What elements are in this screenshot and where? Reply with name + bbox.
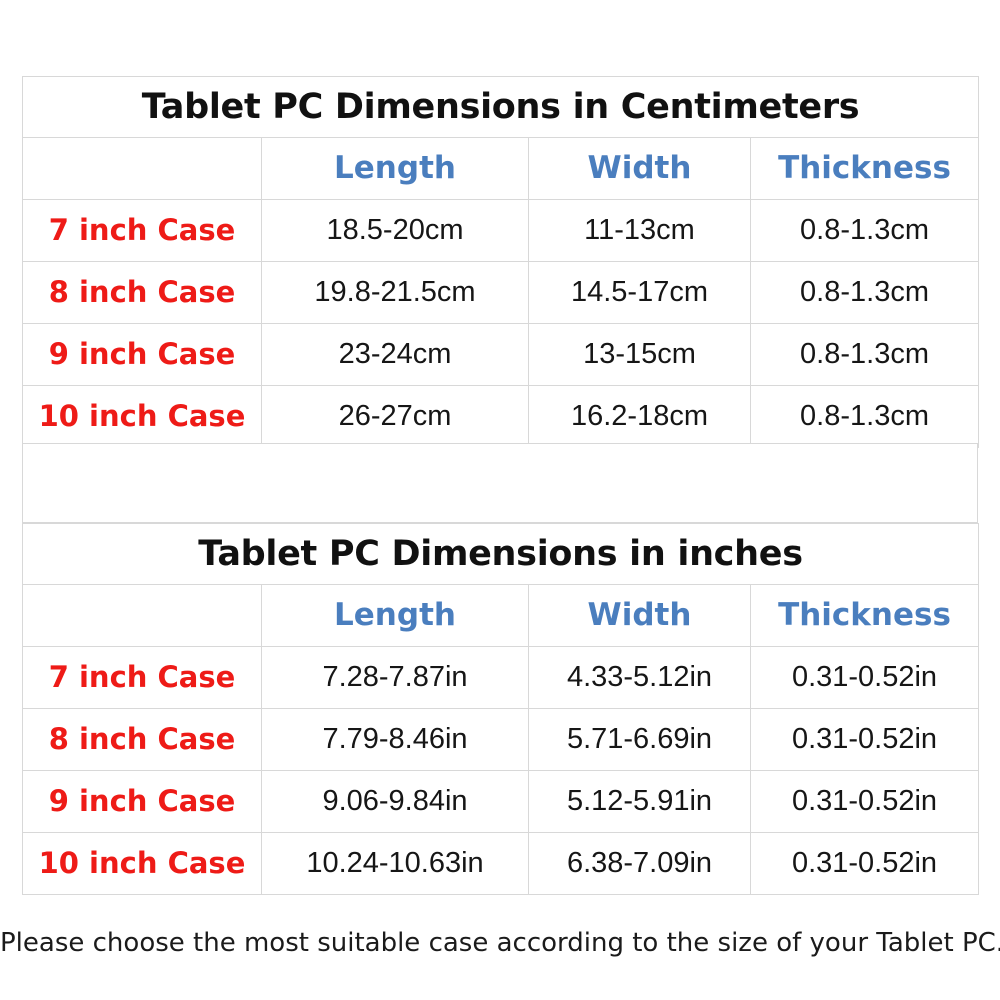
row-length-cell: 18.5-20cm bbox=[261, 199, 529, 262]
row-case-cell: 10 inch Case bbox=[22, 832, 262, 895]
width-value: 4.33-5.12in bbox=[566, 661, 713, 693]
table-row: 8 inch Case 19.8-21.5cm 14.5-17cm 0.8-1.… bbox=[22, 261, 980, 324]
table-header-row: Length Width Thickness bbox=[22, 137, 980, 200]
row-case-cell: 9 inch Case bbox=[22, 323, 262, 386]
width-value: 5.71-6.69in bbox=[566, 723, 713, 755]
row-length-cell: 10.24-10.63in bbox=[261, 832, 529, 895]
row-case-cell: 8 inch Case bbox=[22, 708, 262, 771]
row-length-cell: 7.79-8.46in bbox=[261, 708, 529, 771]
column-header-thickness-label: Thickness bbox=[778, 150, 951, 186]
column-header-width: Width bbox=[528, 137, 751, 200]
row-thickness-cell: 0.8-1.3cm bbox=[749, 199, 980, 262]
case-label: 10 inch Case bbox=[38, 399, 246, 433]
thickness-value: 0.31-0.52in bbox=[791, 785, 938, 817]
case-label: 8 inch Case bbox=[48, 722, 236, 756]
column-header-case bbox=[22, 584, 262, 647]
table-header-row: Length Width Thickness bbox=[22, 584, 980, 647]
case-label: 7 inch Case bbox=[48, 660, 236, 694]
length-value: 26-27cm bbox=[338, 400, 452, 432]
row-thickness-cell: 0.8-1.3cm bbox=[749, 323, 980, 386]
case-label: 7 inch Case bbox=[48, 213, 236, 247]
column-header-length-label: Length bbox=[334, 150, 456, 186]
length-value: 10.24-10.63in bbox=[306, 847, 484, 879]
length-value: 18.5-20cm bbox=[326, 214, 464, 246]
table-row: 7 inch Case 7.28-7.87in 4.33-5.12in 0.31… bbox=[22, 646, 980, 709]
dimensions-table-centimeters: Tablet PC Dimensions in Centimeters Leng… bbox=[21, 76, 980, 448]
row-width-cell: 14.5-17cm bbox=[528, 261, 751, 324]
row-thickness-cell: 0.8-1.3cm bbox=[749, 261, 980, 324]
table-row: 9 inch Case 23-24cm 13-15cm 0.8-1.3cm bbox=[22, 323, 980, 386]
column-header-length: Length bbox=[261, 137, 529, 200]
column-header-case bbox=[22, 137, 262, 200]
width-value: 11-13cm bbox=[584, 214, 695, 246]
row-length-cell: 19.8-21.5cm bbox=[261, 261, 529, 324]
row-case-cell: 7 inch Case bbox=[22, 199, 262, 262]
row-width-cell: 13-15cm bbox=[528, 323, 751, 386]
case-label: 9 inch Case bbox=[48, 784, 236, 818]
page-title: Tablet PC Dimensions in Centimeters bbox=[141, 86, 860, 127]
column-header-width-label: Width bbox=[587, 597, 692, 633]
width-value: 5.12-5.91in bbox=[566, 785, 713, 817]
row-width-cell: 11-13cm bbox=[528, 199, 751, 262]
table-title-row: Tablet PC Dimensions in Centimeters bbox=[21, 76, 980, 138]
table-row: 9 inch Case 9.06-9.84in 5.12-5.91in 0.31… bbox=[22, 770, 980, 833]
width-value: 13-15cm bbox=[583, 338, 696, 370]
case-label: 8 inch Case bbox=[48, 275, 236, 309]
column-header-length: Length bbox=[261, 584, 529, 647]
length-value: 7.28-7.87in bbox=[322, 661, 468, 693]
row-length-cell: 26-27cm bbox=[261, 385, 529, 448]
column-header-thickness: Thickness bbox=[749, 137, 980, 200]
row-case-cell: 8 inch Case bbox=[22, 261, 262, 324]
row-width-cell: 6.38-7.09in bbox=[528, 832, 751, 895]
length-value: 23-24cm bbox=[338, 338, 452, 370]
thickness-value: 0.31-0.52in bbox=[791, 661, 938, 693]
table-title-cell: Tablet PC Dimensions in inches bbox=[21, 523, 980, 585]
width-value: 14.5-17cm bbox=[570, 276, 708, 308]
length-value: 9.06-9.84in bbox=[322, 785, 468, 817]
column-header-width: Width bbox=[528, 584, 751, 647]
row-length-cell: 23-24cm bbox=[261, 323, 529, 386]
row-width-cell: 16.2-18cm bbox=[528, 385, 751, 448]
width-value: 6.38-7.09in bbox=[566, 847, 713, 879]
column-header-length-label: Length bbox=[334, 597, 456, 633]
case-label: 9 inch Case bbox=[48, 337, 236, 371]
row-width-cell: 4.33-5.12in bbox=[528, 646, 751, 709]
footer-note: Please choose the most suitable case acc… bbox=[0, 928, 1000, 958]
row-length-cell: 7.28-7.87in bbox=[261, 646, 529, 709]
row-width-cell: 5.12-5.91in bbox=[528, 770, 751, 833]
width-value: 16.2-18cm bbox=[570, 400, 708, 432]
row-case-cell: 10 inch Case bbox=[22, 385, 262, 448]
table-row: 7 inch Case 18.5-20cm 11-13cm 0.8-1.3cm bbox=[22, 199, 980, 262]
thickness-value: 0.31-0.52in bbox=[791, 847, 938, 879]
length-value: 7.79-8.46in bbox=[322, 723, 468, 755]
column-header-width-label: Width bbox=[587, 150, 692, 186]
table-title-row: Tablet PC Dimensions in inches bbox=[21, 523, 980, 585]
column-header-thickness-label: Thickness bbox=[778, 597, 951, 633]
length-value: 19.8-21.5cm bbox=[314, 276, 476, 308]
table-row: 10 inch Case 26-27cm 16.2-18cm 0.8-1.3cm bbox=[22, 385, 980, 448]
case-label: 10 inch Case bbox=[38, 846, 246, 880]
dimensions-table-inches: Tablet PC Dimensions in inches Length Wi… bbox=[21, 523, 980, 895]
row-thickness-cell: 0.8-1.3cm bbox=[749, 385, 980, 448]
thickness-value: 0.8-1.3cm bbox=[800, 400, 929, 432]
thickness-value: 0.31-0.52in bbox=[791, 723, 938, 755]
thickness-value: 0.8-1.3cm bbox=[800, 338, 929, 370]
row-thickness-cell: 0.31-0.52in bbox=[749, 646, 980, 709]
row-case-cell: 9 inch Case bbox=[22, 770, 262, 833]
page-title: Tablet PC Dimensions in inches bbox=[198, 533, 803, 574]
row-case-cell: 7 inch Case bbox=[22, 646, 262, 709]
table-spacer bbox=[22, 443, 978, 523]
thickness-value: 0.8-1.3cm bbox=[800, 214, 929, 246]
row-width-cell: 5.71-6.69in bbox=[528, 708, 751, 771]
table-title-cell: Tablet PC Dimensions in Centimeters bbox=[21, 76, 980, 138]
row-thickness-cell: 0.31-0.52in bbox=[749, 770, 980, 833]
table-row: 8 inch Case 7.79-8.46in 5.71-6.69in 0.31… bbox=[22, 708, 980, 771]
row-length-cell: 9.06-9.84in bbox=[261, 770, 529, 833]
column-header-thickness: Thickness bbox=[749, 584, 980, 647]
thickness-value: 0.8-1.3cm bbox=[800, 276, 929, 308]
table-row: 10 inch Case 10.24-10.63in 6.38-7.09in 0… bbox=[22, 832, 980, 895]
size-chart-page: Tablet PC Dimensions in Centimeters Leng… bbox=[0, 0, 1000, 1000]
row-thickness-cell: 0.31-0.52in bbox=[749, 832, 980, 895]
row-thickness-cell: 0.31-0.52in bbox=[749, 708, 980, 771]
